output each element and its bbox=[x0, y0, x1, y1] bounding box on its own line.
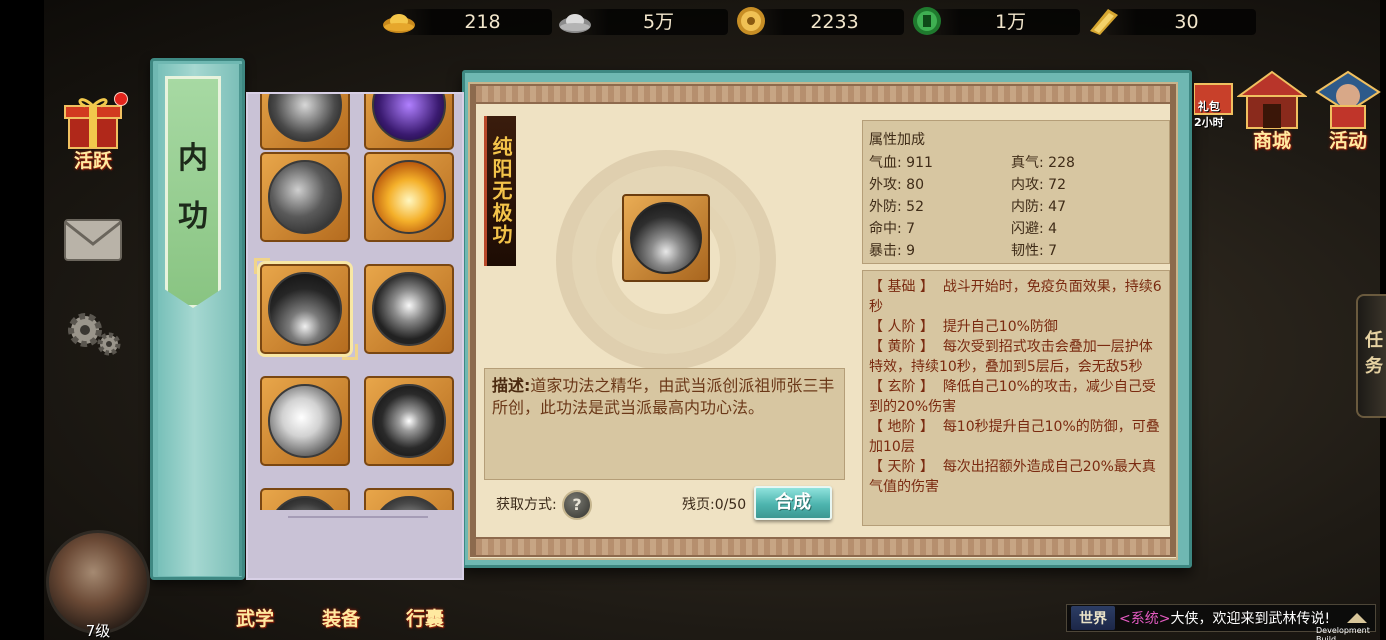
attr-int-atk: 内攻: 72 bbox=[1011, 177, 1066, 193]
mail-icon bbox=[64, 219, 122, 261]
mission-tab[interactable]: 任务 bbox=[1356, 294, 1386, 418]
currency-value: 2233 bbox=[810, 11, 859, 33]
tier-yellow: 【 黄阶 】 每次受到招式攻击会叠加一层护体特效，持续10秒，叠加到5层后，会无… bbox=[869, 339, 1153, 375]
tab-inventory[interactable]: 行囊 bbox=[406, 604, 444, 631]
skill-slot[interactable] bbox=[260, 152, 350, 242]
player-avatar[interactable] bbox=[46, 530, 150, 634]
currency-gold-ingot[interactable]: 218 bbox=[380, 6, 552, 36]
selection-corner bbox=[254, 258, 270, 274]
player-level: 7级 bbox=[85, 622, 111, 640]
ticket-icon bbox=[1090, 9, 1118, 35]
shop-icon bbox=[1235, 70, 1309, 129]
currency-value: 218 bbox=[464, 11, 501, 33]
synthesize-button[interactable]: 合成 bbox=[754, 486, 832, 520]
description-label: 描述: bbox=[492, 376, 531, 395]
skill-orb bbox=[372, 160, 446, 234]
attr-hp: 气血: 911 bbox=[869, 155, 933, 171]
scroll-indicator bbox=[288, 516, 428, 518]
jade-token-icon bbox=[913, 7, 941, 35]
category-label: 内 功 bbox=[178, 141, 208, 234]
help-button[interactable]: ? bbox=[562, 490, 592, 520]
page-edge-right bbox=[1170, 84, 1176, 557]
skill-slot-selected[interactable] bbox=[260, 264, 350, 354]
attribute-title: 属性加成 bbox=[869, 132, 925, 148]
page-border-bottom bbox=[470, 537, 1176, 557]
currency-silver-ingot[interactable]: 5万 bbox=[556, 6, 728, 36]
tab-martial-arts[interactable]: 武学 bbox=[236, 604, 274, 631]
skill-orb bbox=[372, 384, 446, 458]
chat-channel[interactable]: 世界 bbox=[1071, 606, 1115, 630]
skill-slot[interactable] bbox=[364, 376, 454, 466]
page-border-top bbox=[470, 84, 1176, 104]
skill-orb bbox=[268, 160, 342, 234]
skill-large-icon bbox=[622, 194, 710, 282]
tier-mystic: 【 玄阶 】 降低自己10%的攻击，减少自己受到的20%伤害 bbox=[869, 379, 1156, 415]
skill-slot[interactable] bbox=[364, 94, 454, 150]
obtain-method-label: 获取方式: bbox=[496, 497, 557, 513]
currency-coin[interactable]: 2233 bbox=[732, 6, 904, 36]
tab-equipment[interactable]: 装备 bbox=[322, 604, 360, 631]
gift-pack-button[interactable]: 礼包 2小时 bbox=[1194, 76, 1234, 130]
attr-hit: 命中: 7 bbox=[869, 221, 916, 237]
gear-icon bbox=[68, 313, 121, 356]
skill-orb bbox=[268, 272, 342, 346]
event-button[interactable]: 活动 bbox=[1312, 70, 1384, 153]
left-letterbox bbox=[0, 0, 44, 640]
chat-sender: <系统> bbox=[1119, 611, 1171, 627]
attr-crit: 暴击: 9 bbox=[869, 243, 916, 259]
skill-orb bbox=[630, 202, 702, 274]
attr-dodge: 闪避: 4 bbox=[1011, 221, 1058, 237]
mail-button[interactable] bbox=[54, 218, 132, 266]
skill-orb bbox=[268, 94, 342, 142]
selection-corner bbox=[342, 344, 358, 360]
skill-slot[interactable] bbox=[260, 376, 350, 466]
skill-slot[interactable] bbox=[364, 152, 454, 242]
attr-qi: 真气: 228 bbox=[1011, 155, 1075, 171]
gift-pack-label: 2小时 bbox=[1194, 116, 1224, 129]
chat-message: 大侠，欢迎来到武林传说! bbox=[1170, 611, 1331, 627]
skill-slot[interactable] bbox=[260, 94, 350, 150]
gift-pack-sub: 礼包 bbox=[1197, 100, 1220, 113]
silver-ingot-icon bbox=[559, 14, 591, 33]
currency-ticket[interactable]: 30 bbox=[1084, 6, 1256, 36]
currency-value: 30 bbox=[1174, 11, 1199, 33]
settings-button[interactable] bbox=[54, 308, 132, 366]
currency-value: 5万 bbox=[642, 11, 675, 33]
skill-description: 描述:道家功法之精华，由武当派创派祖师张三丰所创，此功法是武当派最高内功心法。 bbox=[484, 368, 845, 480]
skill-orb bbox=[372, 94, 446, 142]
tier-basic: 【 基础 】 战斗开始时，免疫负面效果，持续6秒 bbox=[869, 279, 1162, 315]
attr-ext-def: 外防: 52 bbox=[869, 199, 924, 215]
notification-dot bbox=[114, 92, 128, 106]
dev-build-label: Development Build bbox=[1316, 626, 1370, 640]
currency-jade-token[interactable]: 1万 bbox=[908, 6, 1080, 36]
attr-toughness: 韧性: 7 bbox=[1011, 243, 1058, 259]
shop-button[interactable]: 商城 bbox=[1235, 70, 1309, 153]
attr-int-def: 内防: 47 bbox=[1011, 199, 1066, 215]
skill-orb bbox=[372, 272, 446, 346]
tier-heaven: 【 天阶 】 每次出招额外造成自己20%最大真气值的伤害 bbox=[869, 459, 1156, 495]
description-text: 道家功法之精华，由武当派创派祖师张三丰所创，此功法是武当派最高内功心法。 bbox=[492, 376, 835, 417]
attribute-bonus-panel: 属性加成 气血: 911 真气: 228 外攻: 80 内攻: 72 外防: 5… bbox=[862, 120, 1170, 264]
skill-name: 纯阳无极功 bbox=[484, 116, 516, 266]
fragment-count: 残页:0/50 bbox=[682, 497, 747, 513]
active-rewards-button[interactable]: 活跃 bbox=[54, 92, 132, 173]
skill-orb bbox=[268, 384, 342, 458]
gold-ingot-icon bbox=[383, 14, 415, 33]
tier-earth: 【 地阶 】 每10秒提升自己10%的防御，可叠加10层 bbox=[869, 419, 1160, 455]
tier-effects-panel: 【 基础 】 战斗开始时，免疫负面效果，持续6秒 【 人阶 】 提升自己10%防… bbox=[862, 270, 1170, 526]
grid-fade bbox=[248, 510, 462, 578]
page-edge-left bbox=[470, 84, 476, 557]
chat-expand-icon[interactable] bbox=[1347, 613, 1367, 623]
skill-grid[interactable] bbox=[246, 92, 464, 580]
coin-icon bbox=[737, 7, 765, 35]
tier-human: 【 人阶 】 提升自己10%防御 bbox=[869, 319, 1058, 335]
currency-value: 1万 bbox=[994, 11, 1027, 33]
attr-ext-atk: 外攻: 80 bbox=[869, 177, 924, 193]
skill-slot[interactable] bbox=[364, 264, 454, 354]
event-icon bbox=[1315, 70, 1381, 129]
